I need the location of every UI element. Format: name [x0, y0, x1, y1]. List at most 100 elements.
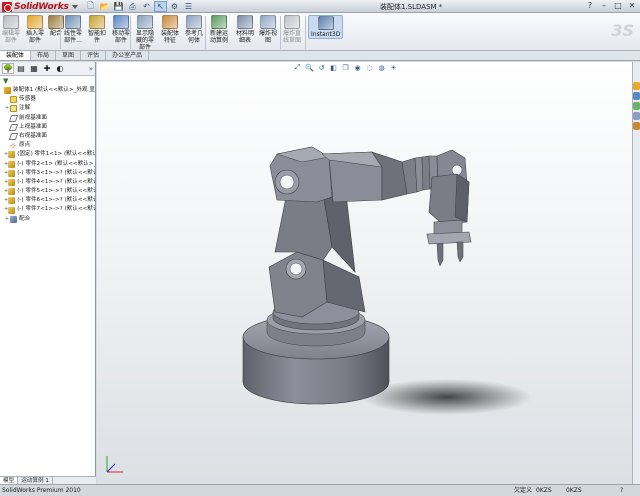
reference-geometry-button[interactable]: 参考几 何体 [185, 15, 203, 44]
part-icon [8, 160, 16, 168]
tree-item[interactable]: + 注解 [0, 104, 95, 113]
tab-评估[interactable]: 评估 [81, 51, 107, 60]
assembly-features-icon [162, 15, 178, 29]
tree-item-label: (-) 零件3<1>->? (默认<<默认 [17, 169, 95, 176]
explode-line-sketch-button[interactable]: 爆炸直 线草图 [283, 15, 301, 44]
assembly-features-button[interactable]: 装配体 特征 [161, 15, 179, 44]
save-icon[interactable]: 💾 [112, 1, 125, 12]
tab-布局[interactable]: 布局 [31, 51, 57, 60]
command-manager: 3S 编辑零 部件 插入零 部件 配合 线性零 部件... 智能扣 件移动零 部件 显示隐… [0, 13, 640, 51]
tree-item-label: (-) 零件7<1>->? (默认<<默认 [17, 206, 95, 213]
tree-item[interactable]: + (固定) 零件1<1> (默认<<默认 [0, 150, 95, 159]
open-folder-icon[interactable]: 📂 [98, 1, 111, 12]
assembly-features-label: 装配体 特征 [161, 30, 180, 44]
part-icon [8, 169, 16, 177]
new-motion-study-button[interactable]: 新建运 动算例 [210, 15, 228, 44]
options-icon[interactable]: ☰ [182, 1, 195, 12]
panel-expand-icon[interactable]: » [89, 65, 93, 73]
smart-fasteners-label: 智能扣 件 [88, 30, 107, 44]
insert-components-icon [27, 15, 43, 29]
instant3d-button[interactable]: Instant3D [308, 15, 344, 39]
tree-item[interactable]: 上视基准面 [0, 123, 95, 132]
graphics-area[interactable]: ⤢ 🔍 ↺ ◧ ❒ ◉ ◌ ◍ ☀ [97, 62, 632, 484]
minimize-button[interactable]: – [598, 1, 610, 10]
command-manager-tabs: 装配体 布局 草图 评估 办公室产品 [0, 51, 640, 61]
status-bar: SolidWorks Premium 2010 欠定义 0KZS 0KZS ? [0, 484, 640, 496]
new-motion-study-label: 新建运 动算例 [210, 30, 229, 44]
reference-geometry-icon [186, 15, 202, 29]
display-manager-icon[interactable]: ◐ [54, 63, 66, 74]
tab-办公室产品[interactable]: 办公室产品 [106, 51, 150, 60]
app-logo[interactable]: SolidWorks [2, 1, 78, 12]
edit-component-icon [3, 15, 19, 29]
filter-icon[interactable]: ▼ [0, 76, 95, 86]
tree-item[interactable]: + (-) 零件7<1>->? (默认<<默认 [0, 205, 95, 214]
toolbar-separator [205, 16, 206, 49]
task-pane-button-icon[interactable] [633, 92, 640, 100]
maximize-button[interactable]: □ [612, 1, 624, 10]
units-indicator[interactable]: 0KZS [536, 485, 552, 496]
tree-item[interactable]: + 配合 [0, 215, 95, 224]
panel-tabs: 🌳 ▤ ▦ ✚ ◐ » [0, 62, 95, 76]
print-icon[interactable]: ⎙ [126, 1, 139, 12]
bottom-tabs: 模型 运动算例 1 [0, 476, 96, 484]
mate-button[interactable]: 配合 [48, 15, 64, 37]
rebuild-icon[interactable]: ⚙ [168, 1, 181, 12]
tab-草图[interactable]: 草图 [56, 51, 82, 60]
undo-icon[interactable]: ↶ [140, 1, 153, 12]
tab-装配体[interactable]: 装配体 [0, 51, 32, 60]
tree-item[interactable]: 传感器 [0, 95, 95, 104]
toolbar-separator [130, 16, 131, 49]
show-hidden-label: 显示隐 藏的零 部件 [136, 30, 155, 51]
feature-manager-panel: 🌳 ▤ ▦ ✚ ◐ » ▼ 装配体1 (默认<<默认>_外观 显传感器 + 注解 前视基准面 上视… [0, 62, 96, 476]
tree-item[interactable]: + (-) 零件6<1>->? (默认<<默认 [0, 196, 95, 205]
tree-item-label: 注解 [19, 105, 31, 112]
gripper-finger-right [456, 241, 464, 263]
instant3d-label: Instant3D [311, 31, 341, 38]
move-component-icon [113, 15, 129, 29]
smart-fasteners-button[interactable]: 智能扣 件 [88, 15, 106, 44]
bill-of-materials-button[interactable]: 材料明 细表 [236, 15, 254, 44]
property-manager-icon[interactable]: ▤ [15, 63, 27, 74]
tree-item[interactable]: + (-) 零件4<1>->? (默认<<默认 [0, 178, 95, 187]
edit-component-button[interactable]: 编辑零 部件 [2, 15, 20, 44]
tree-item[interactable]: 右视基准面 [0, 132, 95, 141]
show-hidden-button[interactable]: 显示隐 藏的零 部件 [136, 15, 154, 51]
smart-fasteners-icon [89, 15, 105, 29]
solidworks-logo-icon [2, 1, 12, 12]
app-version: SolidWorks Premium 2010 [2, 487, 81, 494]
bottom-tab-运动算例 1[interactable]: 运动算例 1 [18, 477, 53, 484]
robot-arm-model[interactable] [97, 62, 632, 484]
task-pane-button-icon[interactable] [633, 122, 640, 130]
linear-pattern-button[interactable]: 线性零 部件... [64, 15, 82, 44]
insert-components-button[interactable]: 插入零 部件 [26, 15, 44, 44]
task-pane-button-icon[interactable] [633, 82, 640, 90]
new-document-icon[interactable]: 🗋 [84, 1, 97, 12]
exploded-view-button[interactable]: 爆炸视 图 [259, 15, 277, 44]
tree-item[interactable]: 装配体1 (默认<<默认>_外观 显 [0, 86, 95, 95]
configuration-manager-icon[interactable]: ▦ [28, 63, 40, 74]
tree-item[interactable]: 前视基准面 [0, 114, 95, 123]
units-indicator-2[interactable]: 0KZS [566, 485, 582, 496]
close-button[interactable]: ✕ [626, 1, 638, 10]
help-button[interactable]: ? [584, 1, 596, 10]
part-icon [8, 178, 16, 186]
bottom-tab-模型[interactable]: 模型 [0, 477, 19, 484]
part-icon [8, 151, 16, 159]
tree-item[interactable]: ⊹ 原点 [0, 141, 95, 150]
feature-manager-icon[interactable]: 🌳 [2, 63, 14, 74]
mate-icon [10, 215, 17, 223]
select-arrow-icon[interactable]: ↖ [154, 1, 167, 12]
tree-item[interactable]: + (-) 零件2<1> (默认<<默认>_ [0, 160, 95, 169]
tree-item[interactable]: + (-) 零件3<1>->? (默认<<默认 [0, 169, 95, 178]
tree-item[interactable]: + (-) 零件5<1>->? (默认<<默认 [0, 187, 95, 196]
task-pane-button-icon[interactable] [633, 102, 640, 110]
3ds-logo-icon: 3S [611, 21, 634, 40]
move-component-button[interactable]: 移动零 部件 [112, 15, 130, 44]
tree-item-label: 上视基准面 [19, 123, 47, 130]
dimxpert-icon[interactable]: ✚ [41, 63, 53, 74]
note-icon [10, 105, 17, 113]
help-icon[interactable]: ? [620, 485, 623, 496]
task-pane-button-icon[interactable] [633, 112, 640, 120]
document-title: 装配体1.SLDASM * [380, 3, 443, 11]
